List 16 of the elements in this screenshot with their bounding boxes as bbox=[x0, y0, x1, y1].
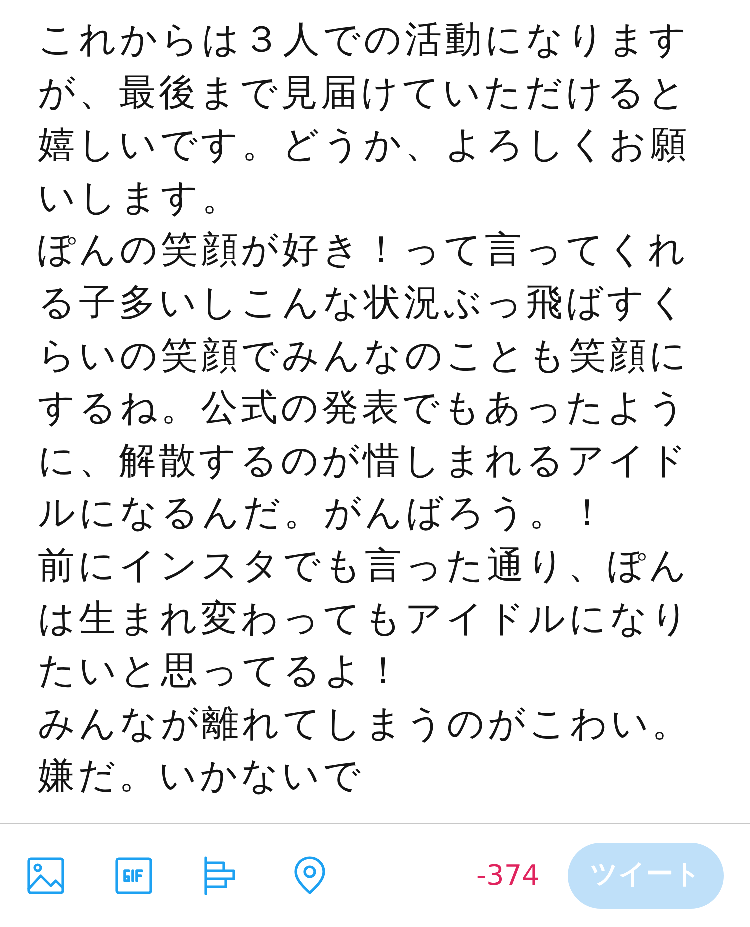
tweet-text-line: る子多いしこんな状況ぶっ飛ばすく bbox=[38, 280, 689, 326]
character-count: -374 bbox=[476, 858, 540, 894]
tweet-text-line: これからは３人での活動になります bbox=[38, 17, 690, 63]
tweet-text-line: が、最後まで見届けていただけると bbox=[38, 70, 689, 116]
tweet-text-line: たいと思ってるよ！ bbox=[38, 648, 405, 694]
tweet-text-line: に、解散するのが惜しまれるアイド bbox=[38, 438, 690, 484]
tweet-text-line: は生まれ変わってもアイドルになり bbox=[38, 596, 692, 642]
tweet-text-line: ぽんの笑顔が好き！って言ってくれ bbox=[38, 227, 689, 274]
tweet-text-line: らいの笑顔でみんなのことも笑顔に bbox=[38, 332, 690, 379]
tweet-text-line: 前にインスタでも言った通り、ぽん bbox=[38, 542, 690, 589]
tweet-text-line: みんなが離れてしまうのがこわい。 bbox=[38, 700, 692, 747]
tweet-text-line: 嬉しいです。どうか、よろしくお願 bbox=[38, 122, 690, 168]
tweet-text-line: いします。 bbox=[38, 174, 242, 221]
tweet-text-line: するね。公式の発表でもあったよう bbox=[38, 385, 689, 432]
tweet-text-line: 嫌だ。いかないで bbox=[38, 753, 364, 800]
tweet-text-line: ルになるんだ。がんばろう。！ bbox=[38, 490, 609, 536]
